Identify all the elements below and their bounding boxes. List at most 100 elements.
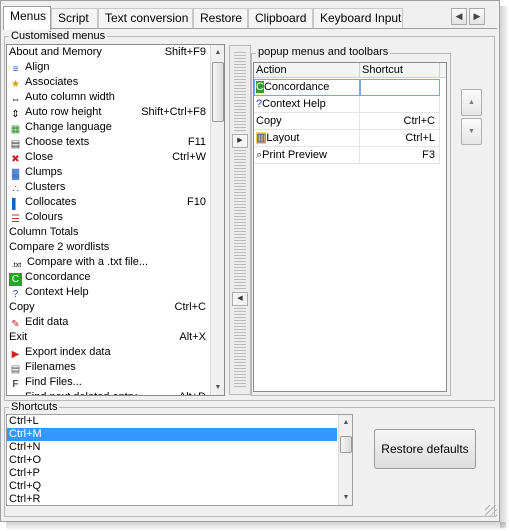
menu-list-item[interactable]: F Find Files... (7, 375, 224, 390)
popup-actions-table[interactable]: Action Shortcut CConcordance ?Context Hel… (253, 62, 447, 392)
menu-item-label: Filenames (25, 361, 76, 373)
shortcut-list-item[interactable]: Ctrl+P (7, 467, 337, 480)
shortcut-list-item[interactable]: Ctrl+R (7, 493, 337, 505)
menu-list-item[interactable]: ▤ Choose texts F11 (7, 135, 224, 150)
customised-menus-title: Customised menus (9, 30, 108, 42)
move-items-strip: ▶ ◀ (229, 45, 251, 395)
tab-script[interactable]: Script (51, 8, 98, 29)
shortcut-list-item[interactable]: Ctrl+M (7, 428, 337, 441)
menu-list-item[interactable]: ▦ Change language (7, 120, 224, 135)
tab-scroll-left-button[interactable]: ◀ (451, 8, 467, 25)
menu-item-label: Colours (25, 211, 63, 223)
chevron-right-icon: ▶ (473, 11, 481, 21)
move-right-button[interactable]: ▶ (232, 134, 248, 148)
menu-list-item[interactable]: Exit Alt+X (7, 330, 224, 345)
column-header-action[interactable]: Action (254, 63, 360, 78)
restore-defaults-button[interactable]: Restore defaults (374, 429, 476, 469)
menu-item-label: Compare with a .txt file... (27, 256, 149, 268)
menu-list-item[interactable]: .txt Compare with a .txt file... (7, 255, 224, 270)
tab-scroll-right-button[interactable]: ▶ (469, 8, 485, 25)
menu-list-item[interactable]: ? Context Help (7, 285, 224, 300)
shortcut-cell: Ctrl+L (360, 130, 440, 147)
column-header-shortcut[interactable]: Shortcut (360, 63, 440, 78)
find-next-icon: ⌕ (9, 393, 22, 395)
menu-item-label: Close (25, 151, 54, 163)
move-left-button[interactable]: ◀ (232, 292, 248, 306)
menu-list-item[interactable]: About and Memory Shift+F9 (7, 45, 224, 60)
action-label: Context Help (262, 98, 326, 110)
chevron-left-icon: ◀ (455, 11, 463, 21)
menu-list-item[interactable]: ▓ Clumps (7, 165, 224, 180)
window-shadow-bottom (6, 522, 506, 531)
table-row[interactable]: CConcordance (254, 79, 446, 96)
arrow-right-icon: ▶ (237, 137, 243, 144)
menu-list-item[interactable]: ✖ Close Ctrl+W (7, 150, 224, 165)
menu-item-label: Export index data (25, 346, 111, 358)
menu-item-label: Edit data (25, 316, 69, 328)
move-down-button[interactable]: ▼ (461, 118, 482, 145)
menu-item-shortcut: Shift+F9 (164, 46, 206, 58)
menu-list-item[interactable]: ▌ Collocates F10 (7, 195, 224, 210)
scroll-down-icon[interactable]: ▼ (339, 490, 352, 505)
menu-list-item[interactable]: ▶ Export index data (7, 345, 224, 360)
menu-list-item[interactable]: ★ Associates (7, 75, 224, 90)
arrow-left-icon: ◀ (237, 295, 243, 302)
menu-list-item[interactable]: ⇕ Auto row height Shift+Ctrl+F8 (7, 105, 224, 120)
menu-list-scrollbar[interactable]: ▲ ▼ (210, 45, 224, 395)
menu-item-label: Auto row height (25, 106, 102, 118)
menu-item-label: Clusters (25, 181, 66, 193)
tab-keyboard-input[interactable]: Keyboard Input (313, 8, 403, 29)
menu-list-item[interactable]: C Concordance (7, 270, 224, 286)
move-up-button[interactable]: ▲ (461, 89, 482, 116)
tab-clipboard[interactable]: Clipboard (248, 8, 313, 29)
table-row[interactable]: ?Context Help (254, 96, 446, 113)
menu-item-label: Collocates (25, 196, 77, 208)
action-cell: CConcordance (254, 79, 360, 96)
shortcuts-scroll-thumb[interactable] (340, 436, 352, 453)
scroll-down-icon[interactable]: ▼ (211, 380, 224, 395)
shortcuts-scrollbar[interactable]: ▲ ▼ (338, 415, 352, 505)
menu-list-item[interactable]: Compare 2 wordlists (7, 240, 224, 255)
tab-menus[interactable]: Menus (3, 6, 51, 30)
menu-list-item[interactable]: ⌕Find next deleted entry Alt+D (7, 390, 224, 395)
scroll-up-icon[interactable]: ▲ (211, 45, 224, 60)
menu-list-item[interactable]: ≡ Align (7, 60, 224, 75)
arrow-up-icon: ▲ (468, 99, 475, 106)
shortcut-list-item[interactable]: Ctrl+L (7, 415, 337, 428)
table-row[interactable]: Copy Ctrl+C (254, 113, 446, 130)
menu-list-item[interactable]: ☰ Colours (7, 210, 224, 225)
menu-items-list[interactable]: About and Memory Shift+F9 ≡ Align ★ Associate… (6, 44, 225, 396)
resize-grip-icon[interactable] (485, 505, 497, 517)
layout-icon: ▥ (256, 132, 267, 144)
shortcuts-title: Shortcuts (9, 401, 60, 413)
menu-list-item[interactable]: ∴ Clusters (7, 180, 224, 195)
menu-item-label: Exit (9, 331, 28, 343)
scroll-up-icon[interactable]: ▲ (339, 415, 352, 430)
shortcuts-rows: Ctrl+L Ctrl+M Ctrl+N Ctrl+O Ctrl+P Ctrl+Q Ctrl… (7, 415, 352, 505)
menu-list-scroll-thumb[interactable] (212, 62, 224, 122)
menu-item-shortcut: Ctrl+W (172, 151, 206, 163)
concordance-icon: C (256, 81, 264, 93)
shortcuts-list[interactable]: Ctrl+L Ctrl+M Ctrl+N Ctrl+O Ctrl+P Ctrl+Q Ctrl… (6, 414, 353, 506)
arrow-down-icon: ▼ (468, 128, 475, 135)
menu-item-label: Find next deleted entry (25, 391, 137, 395)
grip-hatch-top (234, 52, 246, 132)
shortcut-list-item[interactable]: Ctrl+Q (7, 480, 337, 493)
tab-restore[interactable]: Restore (193, 8, 248, 29)
menu-list-item[interactable]: Column Totals (7, 225, 224, 240)
action-label: Concordance (263, 81, 330, 93)
settings-window: Menus Script Text conversion Restore Cli… (0, 0, 500, 522)
menu-list-item[interactable]: ▤ Filenames (7, 360, 224, 375)
menu-item-label: Find Files... (25, 376, 82, 388)
menu-list-item[interactable]: ⇔ Auto column width (7, 90, 224, 105)
table-row[interactable]: ⌕Print Preview F3 (254, 147, 446, 164)
window-shadow-right (500, 6, 509, 528)
menu-item-label: Change language (25, 121, 112, 133)
action-cell: ⌕Print Preview (254, 147, 360, 164)
menu-list-item[interactable]: ✎ Edit data (7, 315, 224, 330)
shortcut-list-item[interactable]: Ctrl+O (7, 454, 337, 467)
table-row[interactable]: ▥Layout Ctrl+L (254, 130, 446, 147)
menu-list-item[interactable]: Copy Ctrl+C (7, 300, 224, 315)
tab-text-conversion[interactable]: Text conversion (98, 8, 193, 29)
shortcut-list-item[interactable]: Ctrl+N (7, 441, 337, 454)
